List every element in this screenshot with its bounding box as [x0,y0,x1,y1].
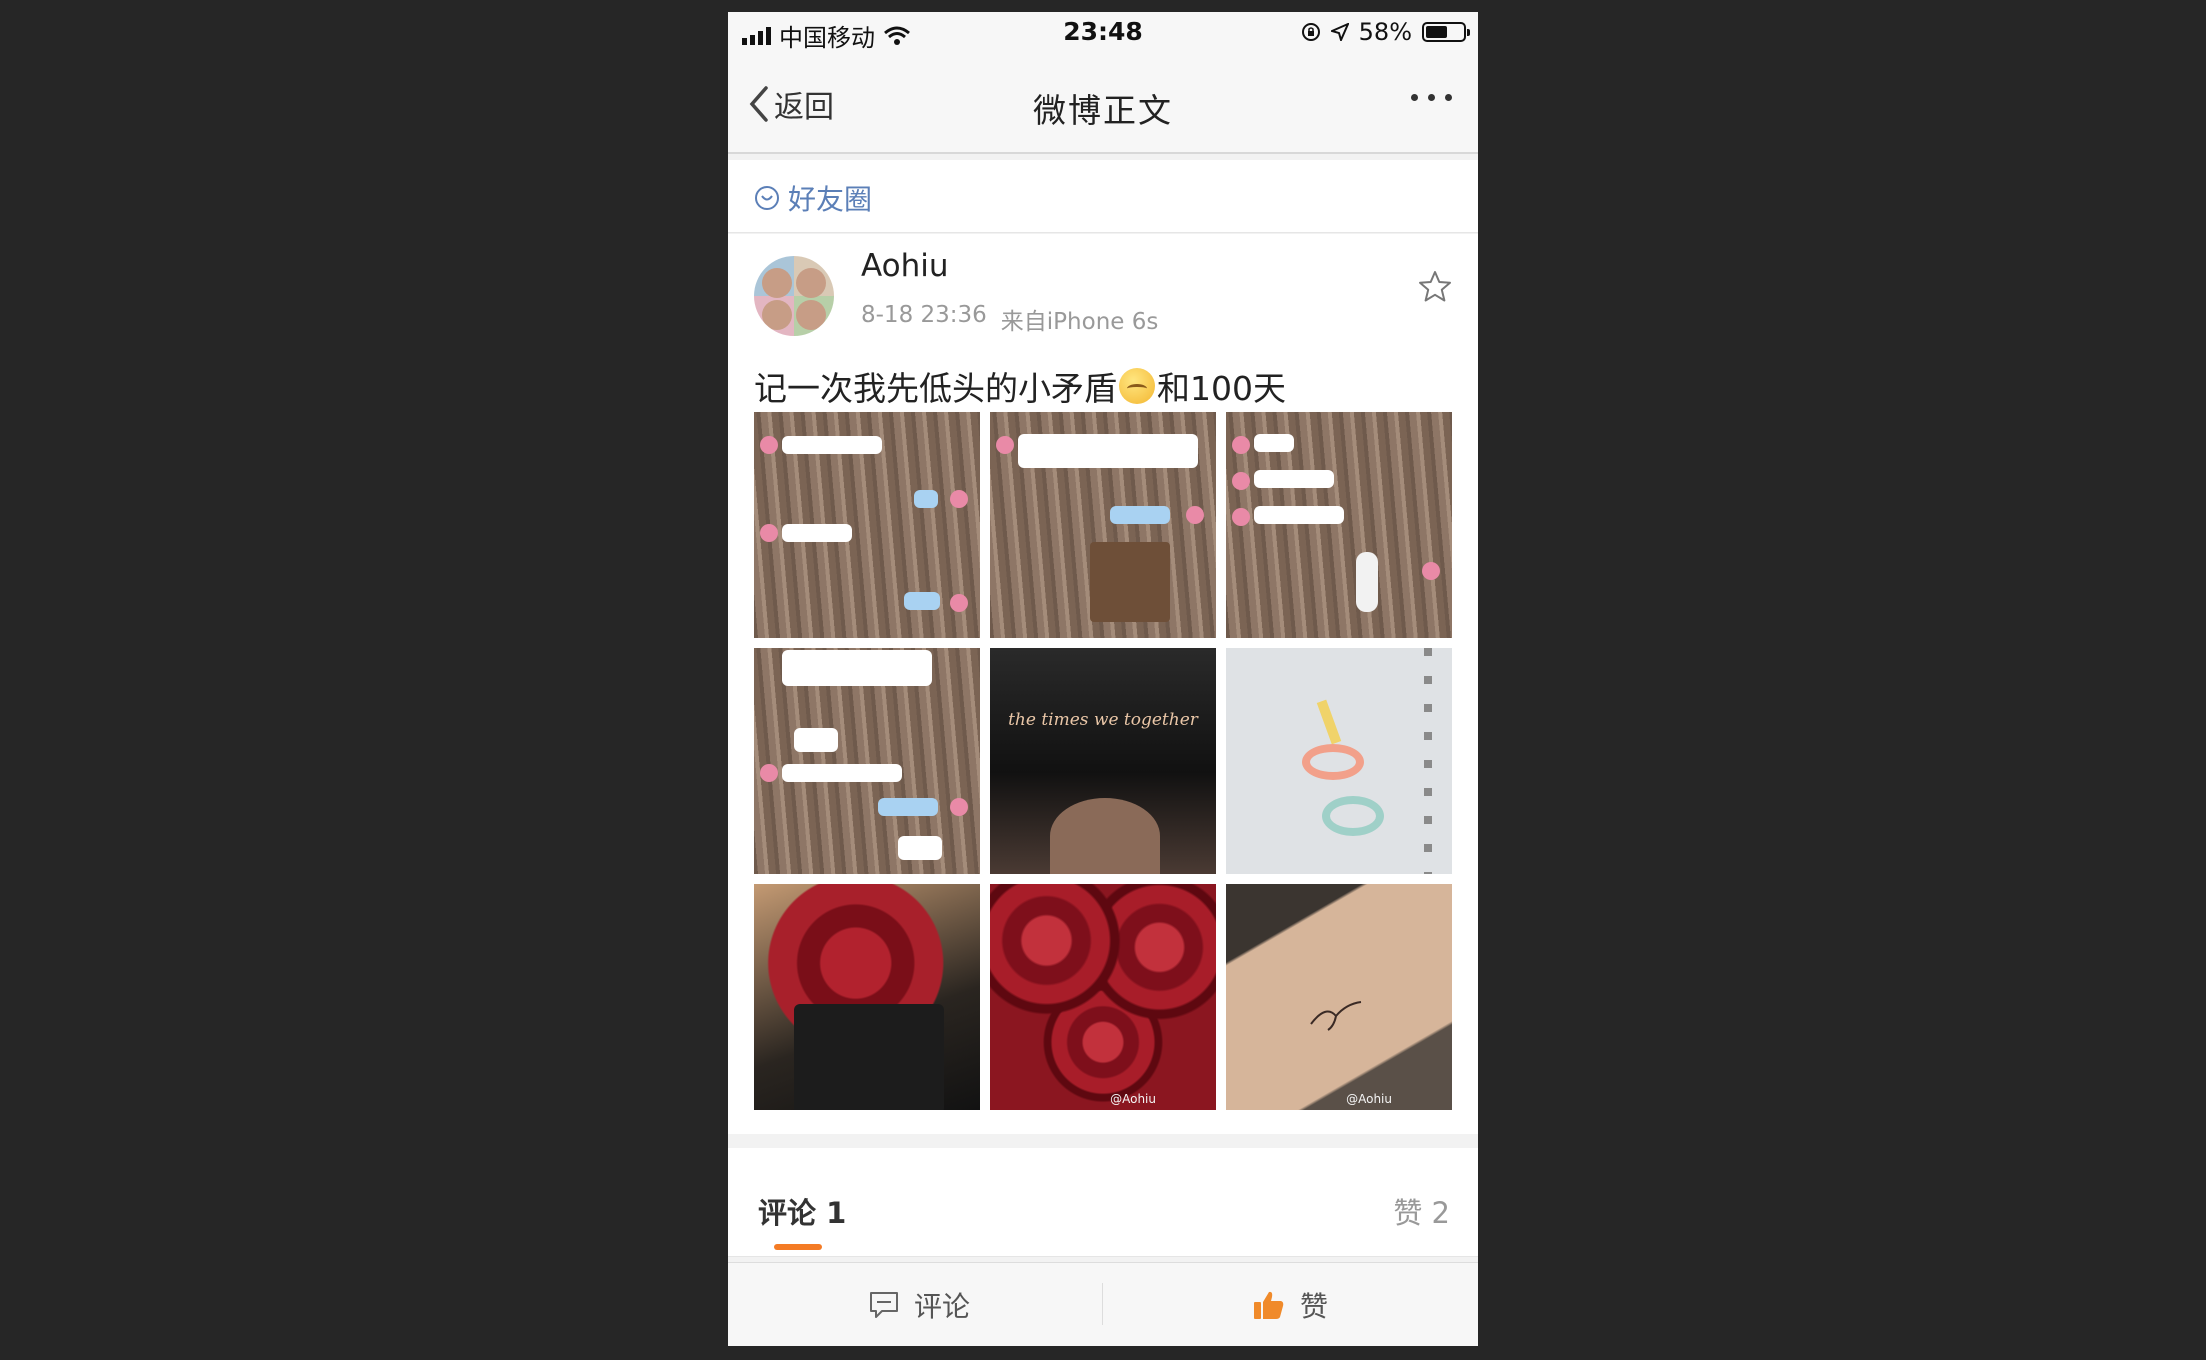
post-time: 8-18 23:36 [861,302,987,328]
tab-likes[interactable]: 赞 2 [1393,1190,1450,1232]
location-icon [1330,23,1349,41]
post-image-3[interactable] [1226,412,1452,638]
tab-likes-count: 2 [1431,1196,1450,1230]
post-image-2[interactable] [990,412,1216,638]
post-tabs: 评论 1 赞 2 [728,1148,1478,1257]
tab-comments-count: 1 [826,1196,847,1230]
battery-icon [1422,22,1470,42]
avatar[interactable] [754,256,834,336]
post-image-8[interactable]: @Aohiu [990,884,1216,1110]
more-button[interactable] [1411,94,1452,101]
battery-percent: 58% [1358,18,1412,46]
post-image-1[interactable] [754,412,980,638]
avatar-face [796,268,826,298]
post-source: 来自iPhone 6s [1000,309,1159,335]
like-button[interactable]: 赞 [1252,1285,1328,1325]
image-watermark: @Aohiu [1110,1092,1156,1106]
avatar-face [762,300,792,330]
comment-icon [870,1292,898,1318]
bottom-toolbar: 评论 赞 [728,1262,1478,1346]
post-image-9[interactable]: @Aohiu [1226,884,1452,1110]
post-text-part: 和100天 [1157,369,1286,408]
post-image-4[interactable] [754,648,980,874]
more-dot-icon [1445,94,1452,101]
more-dot-icon [1411,94,1418,101]
post-meta: 8-18 23:36 来自iPhone 6s [861,302,1158,336]
tattoo-drawing [1310,1001,1362,1031]
comment-button[interactable]: 评论 [868,1285,970,1325]
image-grid: the times we together @Aohiu @Aohiu [754,412,1452,1110]
tab-comments[interactable]: 评论 1 [758,1190,846,1232]
photo-card-caption: the times we together [1008,710,1198,730]
post-text-part: 记一次我先低头的小矛盾 [754,369,1117,408]
phone-screen: 中国移动 23:48 58% 返回 微博正文 好友圈 Aohiu 8-18 23… [728,12,1478,1346]
weibo-post: Aohiu 8-18 23:36 来自iPhone 6s 记一次我先低头的小矛盾… [728,234,1478,1134]
post-image-7[interactable] [754,884,980,1110]
visibility-bar: 好友圈 [728,160,1478,233]
status-bar: 中国移动 23:48 58% [728,12,1478,54]
image-watermark: @Aohiu [1346,1092,1392,1106]
smirk-emoji-icon [1119,368,1155,404]
friend-circle-label: 好友圈 [788,183,873,216]
friend-circle-icon [755,186,779,210]
tab-likes-label: 赞 [1393,1196,1423,1230]
avatar-face [762,268,792,298]
orientation-lock-icon [1301,23,1320,41]
favorite-star-icon[interactable] [1418,270,1452,304]
post-text: 记一次我先低头的小矛盾 和100天 [754,362,1286,410]
avatar-face [796,300,826,330]
thumbs-up-icon [1254,1291,1284,1319]
post-image-6[interactable] [1226,648,1452,874]
status-right: 58% [1301,18,1470,46]
active-tab-indicator [774,1244,822,1250]
more-dot-icon [1428,94,1435,101]
friend-circle-link[interactable]: 好友圈 [754,178,872,218]
page-title: 微博正文 [1033,91,1173,130]
toolbar-divider [1102,1283,1103,1325]
username[interactable]: Aohiu [861,248,949,284]
like-button-label: 赞 [1300,1290,1329,1323]
post-image-5[interactable]: the times we together [990,648,1216,874]
tab-comments-label: 评论 [758,1196,817,1230]
comment-button-label: 评论 [914,1290,971,1323]
navigation-bar: 返回 微博正文 [728,54,1478,154]
